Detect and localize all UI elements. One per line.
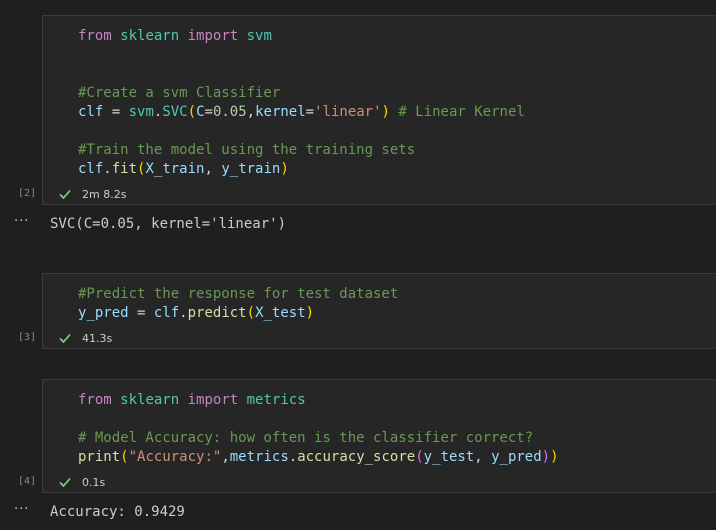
code-cell-3[interactable]: from sklearn import metrics # Model Accur…	[42, 379, 716, 493]
code-editor-1[interactable]: from sklearn import svm #Create a svm Cla…	[78, 27, 525, 179]
code-line: clf.fit(X_train, y_train)	[78, 161, 289, 177]
code-line: print("Accuracy:",metrics.accuracy_score…	[78, 449, 559, 465]
execution-time: 2m 8.2s	[82, 187, 127, 201]
execution-time: 41.3s	[82, 331, 113, 345]
check-icon	[59, 189, 71, 200]
cell-output: SVC(C=0.05, kernel='linear')	[50, 216, 287, 232]
cell-output: Accuracy: 0.9429	[50, 504, 185, 520]
execution-count: [2]	[18, 188, 37, 199]
code-line: y_pred = clf.predict(X_test)	[78, 305, 315, 321]
execution-count: [3]	[18, 332, 37, 343]
code-line: clf = svm.SVC(C=0.05,kernel='linear') # …	[78, 104, 525, 120]
code-line: # Model Accuracy: how often is the class…	[78, 430, 534, 446]
code-cell-2[interactable]: #Predict the response for test dataset y_…	[42, 273, 716, 349]
code-line: #Create a svm Classifier	[78, 85, 281, 101]
cell-status: 2m 8.2s	[58, 186, 126, 202]
code-line: from sklearn import metrics	[78, 392, 306, 408]
code-line: #Train the model using the training sets	[78, 142, 416, 158]
code-editor-3[interactable]: from sklearn import metrics # Model Accur…	[78, 391, 559, 467]
cell-status: 41.3s	[58, 330, 112, 346]
code-line: #Predict the response for test dataset	[78, 286, 399, 302]
check-icon	[59, 333, 71, 344]
check-icon	[59, 477, 71, 488]
code-cell-1[interactable]: from sklearn import svm #Create a svm Cla…	[42, 15, 716, 205]
execution-time: 0.1s	[82, 475, 106, 489]
code-editor-2[interactable]: #Predict the response for test dataset y_…	[78, 285, 398, 323]
cell-status: 0.1s	[58, 474, 105, 490]
execution-count: [4]	[18, 476, 37, 487]
output-more-icon[interactable]: ···	[14, 214, 29, 229]
output-more-icon[interactable]: ···	[14, 502, 29, 517]
code-line: from sklearn import svm	[78, 28, 272, 44]
